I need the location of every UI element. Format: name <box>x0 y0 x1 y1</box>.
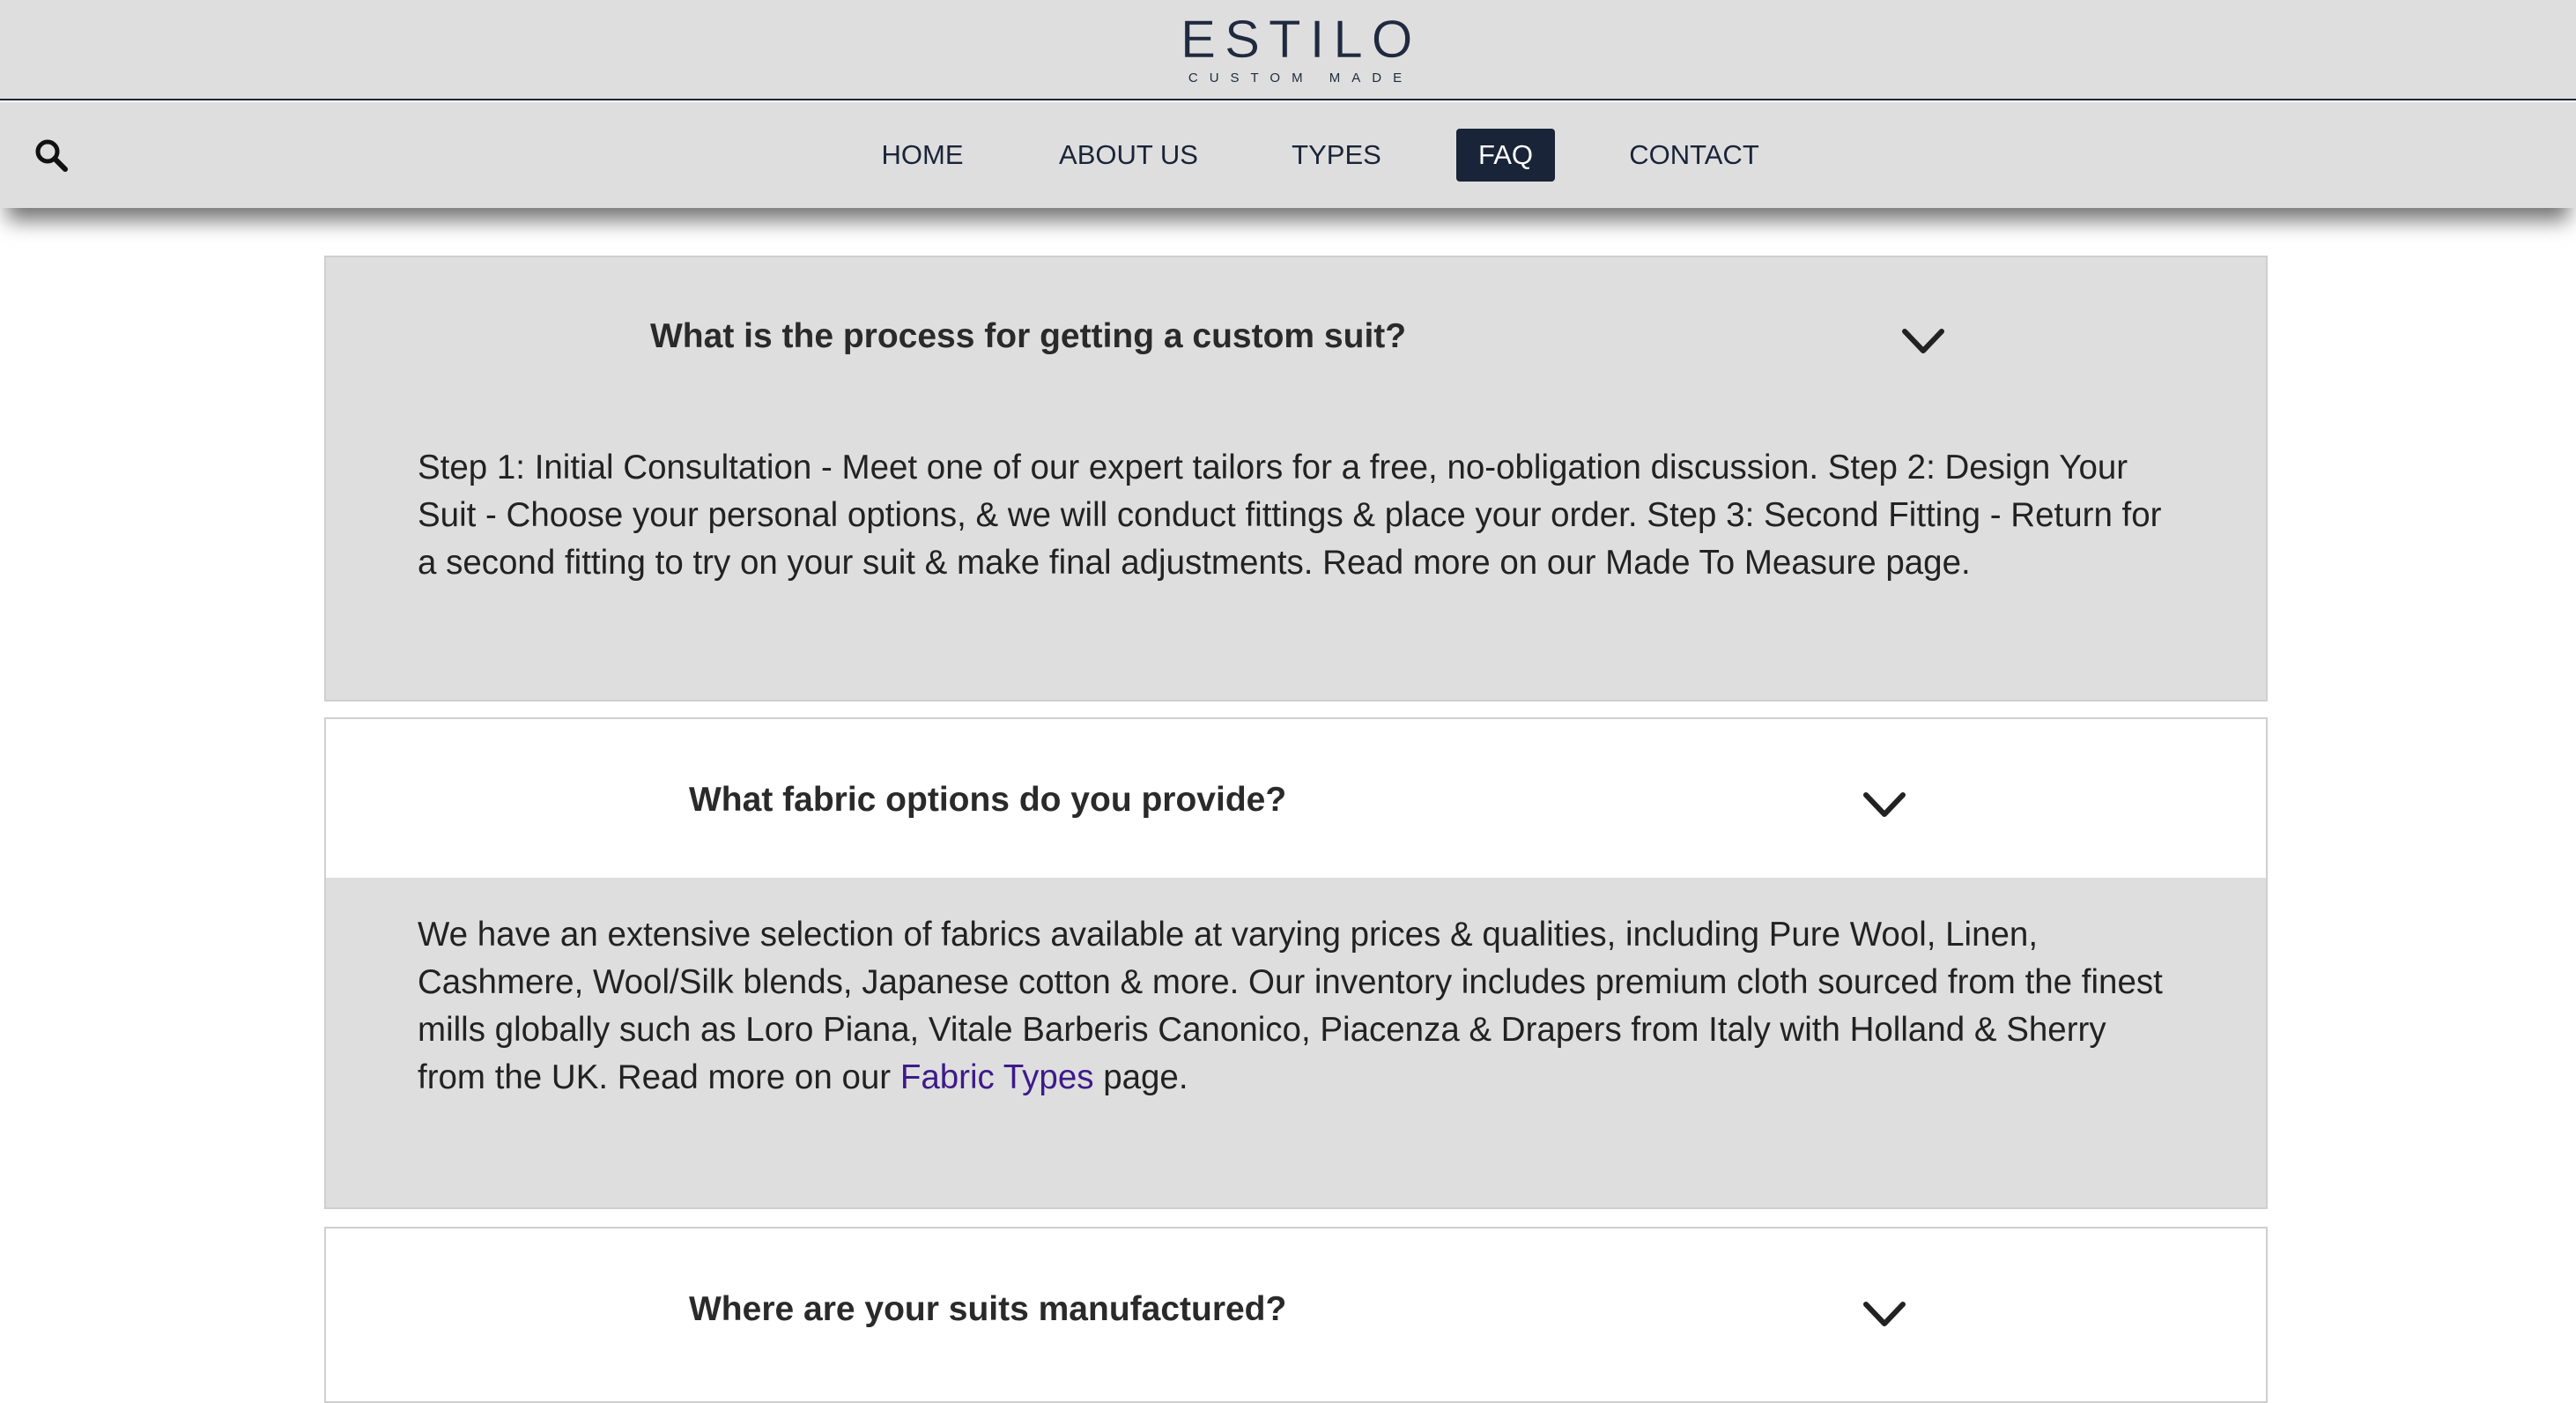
faq-answer: We have an extensive selection of fabric… <box>418 911 2180 1102</box>
nav-item-home[interactable]: HOME <box>869 129 976 182</box>
nav-item-faq[interactable]: FAQ <box>1456 129 1555 182</box>
brand-name: ESTILO <box>1181 10 1422 69</box>
fabric-types-link[interactable]: Fabric Types <box>900 1058 1094 1096</box>
faq-question-toggle[interactable]: What is the process for getting a custom… <box>326 257 2266 381</box>
chevron-down-icon[interactable] <box>1901 326 1945 356</box>
faq-answer-text-end: page. <box>1093 1058 1188 1096</box>
chevron-down-icon[interactable] <box>1862 790 1906 820</box>
brand-logo[interactable]: ESTILO CUSTOM MADE <box>1172 10 1422 85</box>
faq-question-toggle[interactable]: Where are your suits manufactured? <box>326 1229 2266 1387</box>
nav-item-contact[interactable]: CONTACT <box>1619 129 1769 182</box>
header-logo-bar: ESTILO CUSTOM MADE <box>0 0 2576 100</box>
faq-question: Where are your suits manufactured? <box>689 1290 1287 1328</box>
faq-item: Where are your suits manufactured? <box>324 1227 2268 1403</box>
faq-answer-panel: Step 1: Initial Consultation - Meet one … <box>326 381 2266 700</box>
faq-item: What fabric options do you provide? We h… <box>324 717 2268 1209</box>
faq-answer-panel: We have an extensive selection of fabric… <box>326 878 2266 1207</box>
nav-item-types[interactable]: TYPES <box>1281 129 1392 182</box>
main-navigation: HOME ABOUT US TYPES FAQ CONTACT <box>0 102 2576 208</box>
faq-answer: Step 1: Initial Consultation - Meet one … <box>418 449 2162 582</box>
faq-item: What is the process for getting a custom… <box>324 256 2268 702</box>
search-icon[interactable] <box>33 137 69 173</box>
faq-question: What fabric options do you provide? <box>689 781 1287 819</box>
faq-answer-text: We have an extensive selection of fabric… <box>418 916 2163 1096</box>
nav-item-about-us[interactable]: ABOUT US <box>1052 129 1205 182</box>
brand-tagline: CUSTOM MADE <box>1188 71 1414 85</box>
chevron-down-icon[interactable] <box>1862 1299 1906 1329</box>
faq-question: What is the process for getting a custom… <box>650 317 1407 355</box>
faq-question-toggle[interactable]: What fabric options do you provide? <box>326 719 2266 878</box>
